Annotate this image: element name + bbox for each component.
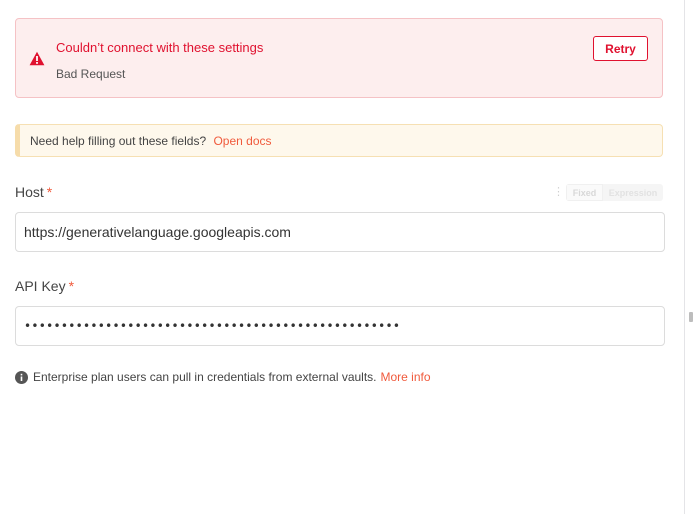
panel-divider — [684, 0, 685, 514]
help-text: Need help filling out these fields? — [30, 134, 207, 148]
host-required-marker: * — [46, 184, 53, 200]
host-label: Host * — [15, 184, 52, 200]
info-circle-icon — [15, 370, 28, 384]
host-label-text: Host — [15, 184, 44, 200]
api-key-required-marker: * — [68, 278, 75, 294]
help-callout: Need help filling out these fields? Open… — [15, 124, 663, 157]
vault-info-line: Enterprise plan users can pull in creden… — [15, 370, 431, 384]
retry-button[interactable]: Retry — [593, 36, 648, 61]
mode-fixed-option[interactable]: Fixed — [566, 184, 603, 201]
help-text-line: Need help filling out these fields? Open… — [30, 134, 272, 148]
api-key-input[interactable] — [15, 306, 665, 346]
open-docs-link[interactable]: Open docs — [213, 134, 271, 148]
connection-error-callout: Couldn’t connect with these settings Bad… — [15, 18, 663, 98]
fixed-expression-toggle[interactable]: Fixed Expression — [566, 184, 663, 201]
mode-expression-option[interactable]: Expression — [603, 184, 663, 201]
more-info-link[interactable]: More info — [381, 370, 431, 384]
error-message: Bad Request — [56, 67, 126, 81]
host-input[interactable] — [15, 212, 665, 252]
api-key-label: API Key * — [15, 278, 74, 294]
resize-handle[interactable] — [689, 312, 693, 322]
api-key-label-text: API Key — [15, 278, 66, 294]
warning-triangle-icon — [29, 51, 45, 66]
credential-settings-panel: Couldn’t connect with these settings Bad… — [0, 0, 695, 514]
error-title: Couldn’t connect with these settings — [56, 40, 264, 55]
kebab-menu-icon[interactable]: ⋮ — [553, 185, 564, 199]
vault-info-text: Enterprise plan users can pull in creden… — [33, 370, 377, 384]
